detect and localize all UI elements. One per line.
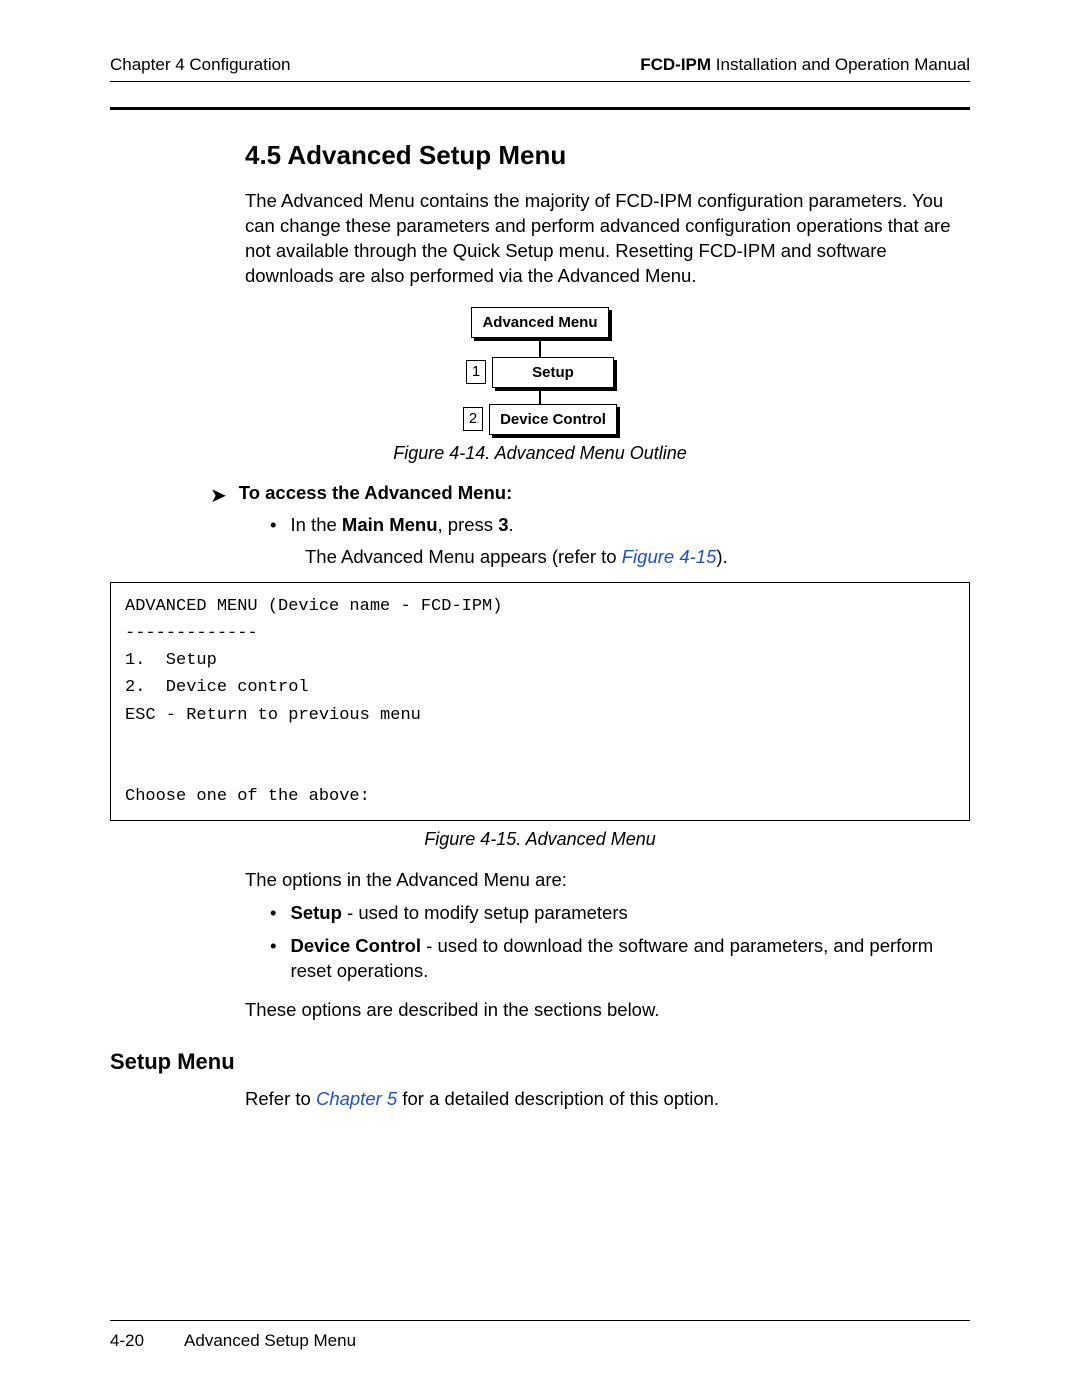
- footer-page-number: 4-20: [110, 1331, 144, 1351]
- options-intro: The options in the Advanced Menu are:: [245, 868, 970, 893]
- bullet-icon: •: [270, 934, 276, 984]
- header-subtitle: Installation and Operation Manual: [711, 55, 970, 74]
- setup-menu-heading: Setup Menu: [110, 1049, 970, 1075]
- bullet-icon: •: [270, 901, 276, 926]
- page-footer: 4-20 Advanced Setup Menu: [110, 1320, 970, 1351]
- diagram-connector: [539, 341, 541, 357]
- procedure-result: The Advanced Menu appears (refer to Figu…: [305, 546, 970, 568]
- figure-4-14-caption: Figure 4-14. Advanced Menu Outline: [110, 443, 970, 464]
- bullet-icon: •: [270, 514, 276, 536]
- procedure-arrow-icon: ➤: [210, 483, 227, 508]
- option-setup: • Setup - used to modify setup parameter…: [270, 901, 970, 926]
- page-header: Chapter 4 Configuration FCD-IPM Installa…: [110, 55, 970, 82]
- figure-4-15-link[interactable]: Figure 4-15: [622, 546, 717, 567]
- header-product: FCD-IPM: [640, 55, 711, 74]
- footer-title: Advanced Setup Menu: [184, 1331, 356, 1351]
- diagram-box-setup: Setup: [492, 357, 614, 388]
- procedure-step: • In the Main Menu, press 3.: [270, 514, 970, 536]
- terminal-screen: ADVANCED MENU (Device name - FCD-IPM) --…: [110, 582, 970, 822]
- options-outro: These options are described in the secti…: [245, 998, 970, 1023]
- diagram-num-2: 2: [463, 407, 483, 431]
- procedure-step-text: In the Main Menu, press 3.: [290, 514, 513, 536]
- diagram-box-device-control: Device Control: [489, 404, 617, 435]
- option-device-control: • Device Control - used to download the …: [270, 934, 970, 984]
- procedure-heading: To access the Advanced Menu:: [239, 482, 512, 504]
- diagram-num-1: 1: [466, 360, 486, 384]
- menu-outline-diagram: Advanced Menu 1 Setup 2 Device Control: [110, 307, 970, 435]
- chapter-5-link[interactable]: Chapter 5: [316, 1088, 397, 1109]
- figure-4-15-caption: Figure 4-15. Advanced Menu: [110, 829, 970, 850]
- header-right: FCD-IPM Installation and Operation Manua…: [640, 55, 970, 75]
- section-intro: The Advanced Menu contains the majority …: [245, 189, 970, 289]
- header-rule: [110, 107, 970, 110]
- header-left: Chapter 4 Configuration: [110, 55, 291, 75]
- setup-menu-text: Refer to Chapter 5 for a detailed descri…: [245, 1087, 970, 1112]
- diagram-box-top: Advanced Menu: [471, 307, 608, 338]
- section-title: 4.5 Advanced Setup Menu: [245, 140, 970, 171]
- diagram-connector: [539, 388, 541, 404]
